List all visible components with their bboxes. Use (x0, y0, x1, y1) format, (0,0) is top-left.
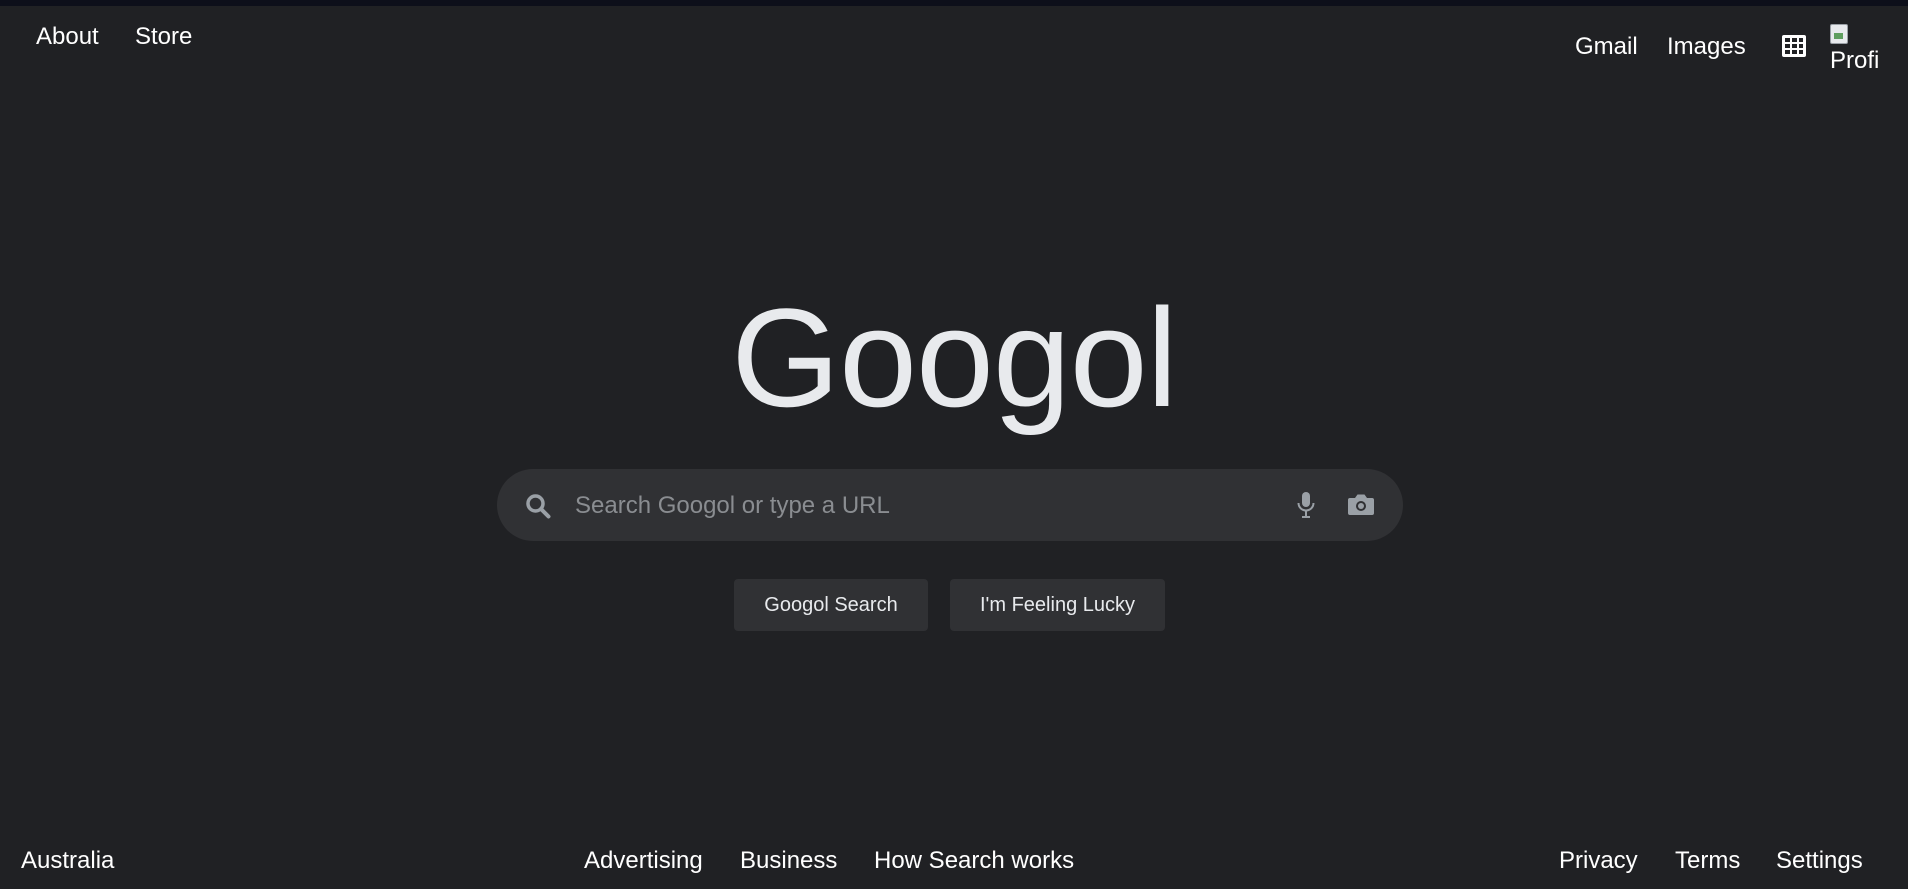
search-box[interactable] (497, 469, 1403, 541)
search-button[interactable]: Googol Search (734, 579, 928, 631)
how-search-works-link[interactable]: How Search works (874, 847, 1074, 875)
search-input[interactable] (573, 485, 1257, 527)
gmail-link[interactable]: Gmail (1575, 33, 1638, 61)
country-label: Australia (21, 847, 115, 874)
search-icon (525, 493, 551, 519)
window-top-edge (0, 0, 1908, 6)
profile-alt-text: Profi (1830, 47, 1880, 74)
logo: Googol (731, 279, 1177, 436)
settings-link[interactable]: Settings (1776, 847, 1863, 875)
terms-link[interactable]: Terms (1675, 847, 1740, 875)
apps-grid-icon[interactable] (1782, 34, 1806, 58)
store-link[interactable]: Store (135, 23, 192, 51)
profile-avatar[interactable]: Profi (1830, 22, 1886, 74)
business-link[interactable]: Business (740, 847, 837, 875)
broken-image-icon (1830, 24, 1848, 44)
feeling-lucky-button[interactable]: I'm Feeling Lucky (950, 579, 1165, 631)
microphone-icon[interactable] (1296, 491, 1316, 519)
about-link[interactable]: About (36, 23, 99, 51)
images-link[interactable]: Images (1667, 33, 1746, 61)
privacy-link[interactable]: Privacy (1559, 847, 1638, 875)
advertising-link[interactable]: Advertising (584, 847, 703, 875)
camera-icon[interactable] (1347, 492, 1375, 517)
